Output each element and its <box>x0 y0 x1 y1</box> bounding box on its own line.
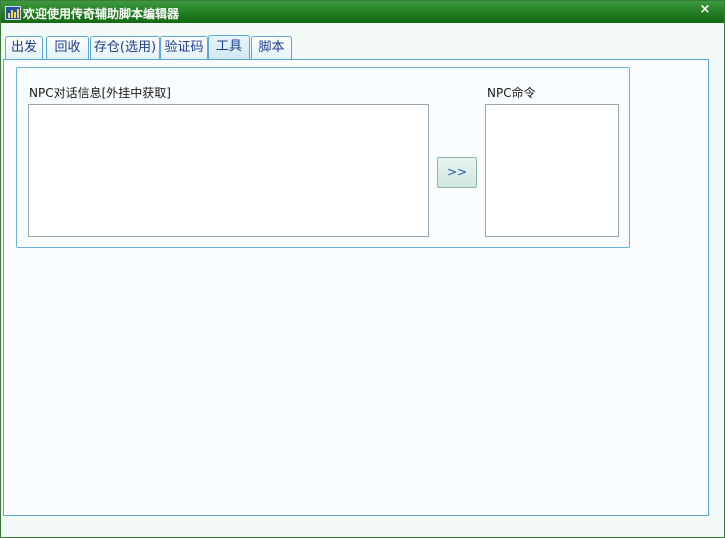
npc-dialog-label: NPC对话信息[外挂中获取] <box>29 86 171 100</box>
tab-departure[interactable]: 出发 <box>5 36 43 59</box>
tab-recycle[interactable]: 回收 <box>46 36 89 59</box>
title-bar[interactable]: 欢迎使用传奇辅助脚本编辑器 × <box>1 1 724 23</box>
tools-tab-panel: NPC对话信息[外挂中获取] >> NPC命令 <box>3 59 709 516</box>
npc-command-label: NPC命令 <box>487 86 536 100</box>
tab-script[interactable]: 脚本 <box>251 36 292 59</box>
npc-command-textarea[interactable] <box>485 104 619 237</box>
tab-captcha[interactable]: 验证码 <box>160 36 208 59</box>
tab-storage-optional[interactable]: 存仓(选用) <box>90 36 160 59</box>
tab-tools[interactable]: 工具 <box>208 35 250 60</box>
npc-dialog-textarea[interactable] <box>28 104 429 237</box>
editor-window: 欢迎使用传奇辅助脚本编辑器 × 出发 回收 存仓(选用) 验证码 工具 脚本 N… <box>0 0 725 538</box>
transfer-to-command-button[interactable]: >> <box>437 157 477 188</box>
close-icon[interactable]: × <box>698 3 712 17</box>
status-bar <box>1 517 724 537</box>
window-title: 欢迎使用传奇辅助脚本编辑器 <box>23 7 180 21</box>
app-icon <box>5 6 21 20</box>
npc-tool-group: NPC对话信息[外挂中获取] >> NPC命令 <box>16 67 630 248</box>
